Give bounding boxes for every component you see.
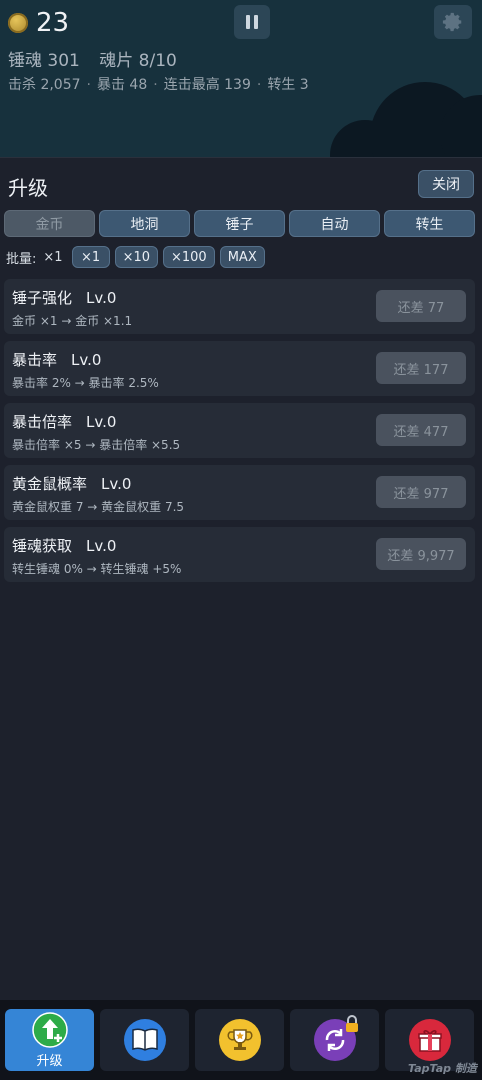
upgrade-level: Lv.0 (86, 413, 117, 431)
coin-icon (8, 13, 28, 33)
coin-counter: 23 (8, 8, 69, 38)
upgrade-level: Lv.0 (86, 289, 117, 307)
upgrade-buy-button[interactable]: 还差 977 (376, 476, 466, 508)
stat-rebirths: 转生 3 (267, 77, 309, 93)
upgrade-level: Lv.0 (101, 475, 132, 493)
batch-x1-button[interactable]: ×1 (71, 246, 110, 268)
upgrade-desc: 转生锤魂 0% → 转生锤魂 +5% (12, 562, 182, 576)
soul-row: 锤魂 301 魂片 8/10 (8, 46, 191, 71)
upgrade-arrow-icon (31, 1011, 68, 1048)
upgrade-buy-button[interactable]: 还差 177 (376, 352, 466, 384)
upgrade-desc: 暴击率 2% → 暴击率 2.5% (12, 376, 159, 390)
upgrade-item-soul-gain: 锤魂获取 Lv.0 转生锤魂 0% → 转生锤魂 +5% 还差 9,977 (4, 527, 475, 582)
stat-kills: 击杀 2,057 (8, 77, 81, 93)
batch-x10-button[interactable]: ×10 (114, 246, 158, 268)
batch-x100-button[interactable]: ×100 (163, 246, 215, 268)
upgrade-item-golden-mouse: 黄金鼠概率 Lv.0 黄金鼠权重 7 → 黄金鼠权重 7.5 还差 977 (4, 465, 475, 520)
pause-icon (246, 15, 250, 29)
upgrade-name: 锤子强化 (12, 289, 73, 307)
batch-max-button[interactable]: MAX (219, 246, 265, 268)
nav-codex-button[interactable] (100, 1009, 189, 1071)
batch-label: 批量: (6, 251, 37, 267)
nav-achievement-button[interactable] (195, 1009, 284, 1071)
taptap-watermark: TapTap 制造 (408, 1062, 477, 1075)
tab-hole[interactable]: 地洞 (99, 210, 190, 237)
book-icon (131, 1028, 158, 1051)
stat-crits: 暴击 48 (96, 77, 148, 93)
upgrade-name: 暴击率 (12, 351, 58, 369)
upgrade-name: 黄金鼠概率 (12, 475, 88, 493)
upgrade-item-crit-rate: 暴击率 Lv.0 暴击率 2% → 暴击率 2.5% 还差 177 (4, 341, 475, 396)
upgrade-desc: 黄金鼠权重 7 → 黄金鼠权重 7.5 (12, 500, 185, 514)
coin-value: 23 (36, 8, 70, 38)
upgrade-buy-button[interactable]: 还差 77 (376, 290, 466, 322)
lock-icon (345, 1015, 358, 1032)
settings-button[interactable] (434, 5, 472, 39)
tab-auto[interactable]: 自动 (289, 210, 380, 237)
game-hud: 23 锤魂 301 魂片 8/10 击杀 2,057 · 暴击 48 · 连击最高 13… (0, 0, 482, 160)
upgrade-name: 锤魂获取 (12, 537, 73, 555)
upgrade-desc: 暴击倍率 ×5 → 暴击倍率 ×5.5 (12, 438, 181, 452)
upgrade-level: Lv.0 (71, 351, 102, 369)
panel-title: 升级 (8, 176, 48, 200)
stat-max-combo: 连击最高 139 (163, 77, 251, 93)
tab-gold[interactable]: 金币 (4, 210, 95, 237)
batch-selector: 批量: ×1 ×1 ×10 ×100 MAX (6, 246, 265, 268)
trophy-icon (227, 1029, 252, 1050)
upgrade-item-crit-multiplier: 暴击倍率 Lv.0 暴击倍率 ×5 → 暴击倍率 ×5.5 还差 477 (4, 403, 475, 458)
soul-count: 锤魂 301 (8, 51, 80, 71)
stats-row: 击杀 2,057 · 暴击 48 · 连击最高 139 · 转生 3 (8, 77, 309, 93)
upgrade-panel: 升级 关闭 金币 地洞 锤子 自动 转生 批量: ×1 ×1 ×10 ×100 … (0, 157, 482, 1001)
pause-button[interactable] (234, 5, 270, 39)
nav-rebirth-button[interactable] (290, 1009, 379, 1071)
upgrade-desc: 金币 ×1 → 金币 ×1.1 (12, 314, 133, 328)
upgrade-list: 锤子强化 Lv.0 金币 ×1 → 金币 ×1.1 还差 77 暴击率 Lv.0 暴… (4, 279, 475, 589)
nav-upgrade-label: 升级 (36, 1053, 63, 1069)
gear-icon (442, 12, 462, 32)
tab-rebirth[interactable]: 转生 (384, 210, 475, 237)
gift-icon (417, 1030, 442, 1052)
category-tabs: 金币 地洞 锤子 自动 转生 (4, 210, 475, 237)
upgrade-item-hammer-power: 锤子强化 Lv.0 金币 ×1 → 金币 ×1.1 还差 77 (4, 279, 475, 334)
batch-current: ×1 (43, 249, 63, 265)
tab-hammer[interactable]: 锤子 (194, 210, 285, 237)
upgrade-name: 暴击倍率 (12, 413, 73, 431)
upgrade-level: Lv.0 (86, 537, 117, 555)
upgrade-buy-button[interactable]: 还差 477 (376, 414, 466, 446)
nav-upgrade-button[interactable]: 升级 (5, 1009, 94, 1071)
shard-count: 魂片 8/10 (99, 51, 177, 71)
upgrade-buy-button[interactable]: 还差 9,977 (376, 538, 466, 570)
close-button[interactable]: 关闭 (418, 170, 474, 198)
